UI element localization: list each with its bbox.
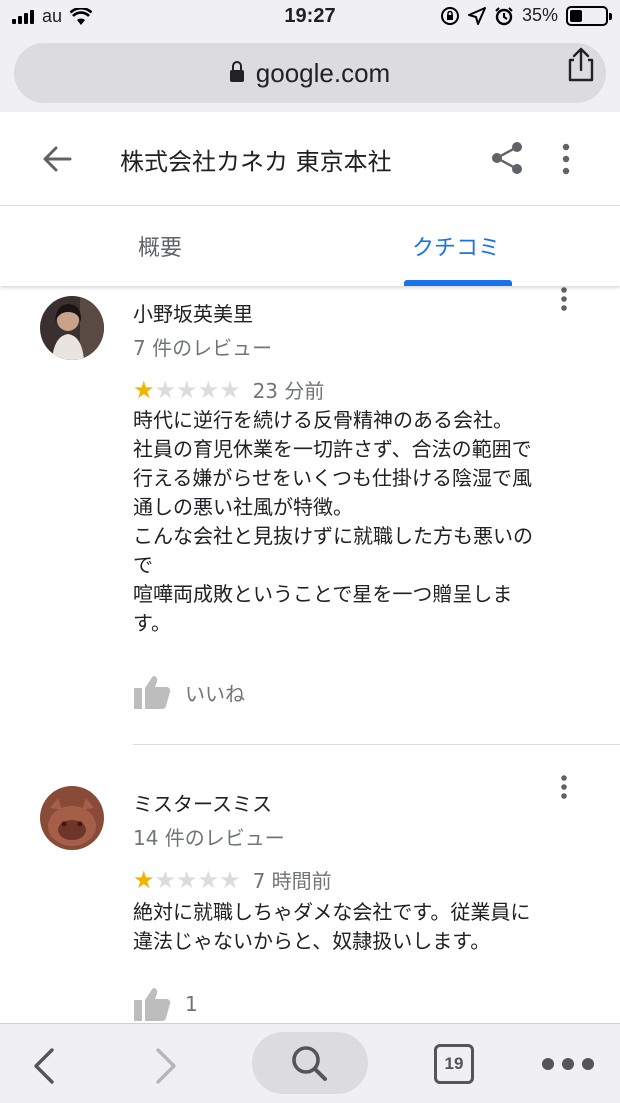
tab-bar: 概要 クチコミ [0, 206, 620, 286]
review-divider [133, 744, 620, 745]
lock-icon [229, 61, 244, 82]
tab-overview[interactable]: 概要 [138, 230, 182, 262]
review-text: 時代に逆行を続ける反骨精神のある会社。 社員の育児休業を一切許さず、合法の範囲で… [133, 408, 533, 635]
rating-stars: ★ ★ ★ ★ ★ 7 時間前 [133, 865, 332, 894]
review-card: 小野坂英美里 7 件のレビュー ★ ★ ★ ★ ★ 23 分前 時代に逆行を続け… [0, 286, 620, 746]
star-icon: ★ [154, 375, 177, 404]
more-vert-icon[interactable] [556, 142, 576, 176]
alarm-icon [495, 6, 513, 25]
review-text: 絶対に就職しちゃダメな会社です。従業員に 違法じゃないからと、奴隷扱いします。 [133, 900, 531, 953]
reviewer-review-count: 7 件のレビュー [133, 336, 273, 360]
review-more-icon[interactable] [556, 774, 572, 800]
search-icon [292, 1046, 327, 1081]
like-button[interactable]: いいね [133, 674, 245, 710]
share-icon[interactable] [490, 140, 524, 176]
star-icon: ★ [219, 375, 241, 404]
review-more-icon[interactable] [556, 286, 572, 312]
back-arrow-icon[interactable] [40, 142, 76, 176]
browser-search-button[interactable] [252, 1032, 368, 1094]
url-domain: google.com [255, 57, 391, 88]
star-icon: ★ [154, 865, 177, 894]
battery-percent: 35% [521, 5, 558, 25]
browser-address-area: google.com [0, 34, 620, 112]
address-bar[interactable]: google.com [14, 43, 606, 103]
rotation-lock-icon [440, 6, 459, 25]
browser-more-icon[interactable] [542, 1058, 594, 1070]
page-title: 株式会社カネカ 東京本社 [120, 148, 392, 176]
reviewer-review-count: 14 件のレビュー [133, 826, 285, 850]
star-icon: ★ [219, 865, 241, 894]
star-icon: ★ [197, 865, 220, 894]
like-count: 1 [185, 992, 198, 1016]
star-icon: ★ [197, 375, 220, 404]
active-tab-indicator [404, 280, 512, 286]
browser-share-icon[interactable] [564, 46, 598, 82]
tab-reviews[interactable]: クチコミ [412, 230, 500, 262]
like-button[interactable]: 1 [133, 986, 198, 1022]
location-icon [467, 6, 486, 25]
thumbs-up-icon [134, 988, 171, 1021]
like-label: いいね [185, 681, 245, 706]
status-bar: au 19:27 35% [0, 0, 620, 34]
browser-back-icon[interactable] [30, 1046, 60, 1086]
rating-stars: ★ ★ ★ ★ ★ 23 分前 [133, 375, 324, 404]
star-icon: ★ [176, 375, 198, 404]
avatar[interactable] [40, 786, 104, 850]
browser-toolbar: 19 [0, 1023, 620, 1103]
thumbs-up-icon [134, 676, 171, 709]
battery-icon [566, 5, 612, 26]
avatar[interactable] [40, 296, 104, 360]
tabs-count-button[interactable]: 19 [434, 1044, 474, 1084]
browser-forward-icon[interactable] [150, 1046, 180, 1086]
place-header: 株式会社カネカ 東京本社 [0, 112, 620, 206]
star-icon: ★ [133, 375, 155, 404]
review-time: 23 分前 [252, 379, 325, 403]
star-icon: ★ [176, 865, 198, 894]
star-icon: ★ [133, 865, 155, 894]
review-card: ミスタースミス 14 件のレビュー ★ ★ ★ ★ ★ 7 時間前 絶対に就職し… [0, 746, 620, 1023]
reviewer-name[interactable]: ミスタースミス [133, 788, 272, 817]
reviewer-name[interactable]: 小野坂英美里 [133, 298, 253, 327]
review-time: 7 時間前 [252, 869, 332, 893]
